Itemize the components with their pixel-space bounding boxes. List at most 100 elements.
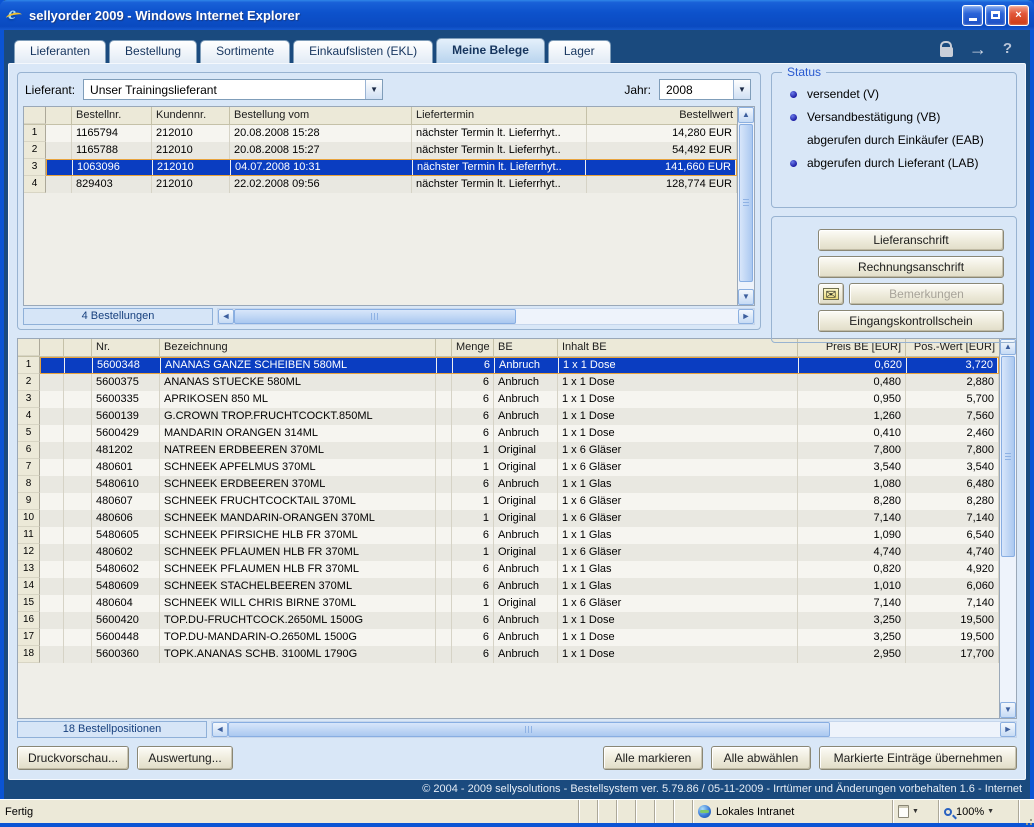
auswertung-button[interactable]: Auswertung... — [137, 746, 233, 770]
status-item: abgerufen durch Lieferant (LAB) — [784, 156, 1008, 170]
order-row[interactable]: 3106309621201004.07.2008 10:31nächster T… — [24, 159, 737, 176]
cell: SCHNEEK APFELMUS 370ML — [160, 459, 436, 476]
position-row[interactable]: 145480609SCHNEEK STACHELBEEREN 370ML6Anb… — [18, 578, 999, 595]
maximize-button[interactable] — [985, 5, 1006, 26]
cell: 1 x 1 Dose — [559, 358, 799, 373]
cell: 1 — [452, 544, 494, 561]
position-row[interactable]: 45600139G.CROWN TROP.FRUCHTCOCKT.850ML6A… — [18, 408, 999, 425]
druckvorschau-button[interactable]: Druckvorschau... — [17, 746, 129, 770]
resize-grip[interactable] — [1018, 800, 1034, 823]
order-row[interactable]: 482940321201022.02.2008 09:56nächster Te… — [24, 176, 737, 193]
cell: 6 — [452, 425, 494, 442]
position-row-cells: 5600335APRIKOSEN 850 ML6Anbruch1 x 1 Dos… — [40, 391, 999, 408]
lieferanschrift-button[interactable]: Lieferanschrift — [818, 229, 1004, 251]
position-row[interactable]: 12480602SCHNEEK PFLAUMEN HLB FR 370ML1Or… — [18, 544, 999, 561]
cell: 6,480 — [906, 476, 999, 493]
scroll-up-icon[interactable]: ▲ — [738, 107, 754, 123]
scrollbar-thumb[interactable] — [228, 722, 830, 737]
position-row[interactable]: 55600429MANDARIN ORANGEN 314ML6Anbruch1 … — [18, 425, 999, 442]
forward-arrow-icon[interactable]: → — [969, 42, 987, 56]
bemerkungen-button[interactable]: Bemerkungen — [849, 283, 1004, 305]
cell: 1 — [452, 459, 494, 476]
alle-markieren-button[interactable]: Alle markieren — [603, 746, 703, 770]
position-row[interactable]: 165600420TOP.DU-FRUCHTCOCK.2650ML 1500G6… — [18, 612, 999, 629]
position-row[interactable]: 10480606SCHNEEK MANDARIN-ORANGEN 370ML1O… — [18, 510, 999, 527]
orders-count-label: 4 Bestellungen — [23, 308, 213, 325]
tab-lager[interactable]: Lager — [548, 40, 611, 63]
row-number: 10 — [18, 510, 40, 527]
position-row[interactable]: 85480610SCHNEEK ERDBEEREN 370ML6Anbruch1… — [18, 476, 999, 493]
position-row[interactable]: 115480605SCHNEEK PFIRSICHE HLB FR 370ML6… — [18, 527, 999, 544]
cell: 1 x 6 Gläser — [558, 510, 798, 527]
position-row-cells: 480607SCHNEEK FRUCHTCOCKTAIL 370ML1Origi… — [40, 493, 999, 510]
zoom-control[interactable]: 100% ▼ — [938, 800, 1018, 823]
row-number: 1 — [18, 357, 40, 374]
eingangskontrollschein-button[interactable]: Eingangskontrollschein — [818, 310, 1004, 332]
titlebar[interactable]: e sellyorder 2009 - Windows Internet Exp… — [0, 0, 1034, 30]
cell: 19,500 — [906, 612, 999, 629]
scroll-left-icon[interactable]: ◄ — [212, 722, 228, 737]
tab-bestellung[interactable]: Bestellung — [109, 40, 197, 63]
uebernehmen-button[interactable]: Markierte Einträge übernehmen — [819, 746, 1017, 770]
position-row[interactable]: 6481202NATREEN ERDBEEREN 370ML1Original1… — [18, 442, 999, 459]
tab-sortimente[interactable]: Sortimente — [200, 40, 290, 63]
close-button[interactable]: × — [1008, 5, 1029, 26]
tab-einkaufslisten-ekl-[interactable]: Einkaufslisten (EKL) — [293, 40, 433, 63]
rechnungsanschrift-button[interactable]: Rechnungsanschrift — [818, 256, 1004, 278]
position-row[interactable]: 9480607SCHNEEK FRUCHTCOCKTAIL 370ML1Orig… — [18, 493, 999, 510]
minimize-button[interactable] — [962, 5, 983, 26]
alle-abwaehlen-button[interactable]: Alle abwählen — [711, 746, 811, 770]
status-panel: Status versendet (V)Versandbestätigung (… — [771, 72, 1017, 208]
scrollbar-thumb[interactable] — [739, 124, 753, 282]
position-row[interactable]: 15480604SCHNEEK WILL CHRIS BIRNE 370ML1O… — [18, 595, 999, 612]
cell — [436, 459, 452, 476]
protected-mode-control[interactable]: ▼ — [892, 800, 938, 823]
cell: NATREEN ERDBEEREN 370ML — [160, 442, 436, 459]
cell — [436, 391, 452, 408]
cell: 1 x 1 Glas — [558, 561, 798, 578]
help-icon[interactable]: ? — [1003, 40, 1012, 57]
position-row[interactable]: 25600375ANANAS STUECKE 580ML6Anbruch1 x … — [18, 374, 999, 391]
chevron-down-icon[interactable]: ▼ — [733, 80, 750, 99]
status-legend: Status — [782, 65, 826, 79]
chevron-down-icon[interactable]: ▼ — [365, 80, 382, 99]
position-row[interactable]: 175600448TOP.DU-MANDARIN-O.2650ML 1500G6… — [18, 629, 999, 646]
tab-bar: LieferantenBestellungSortimenteEinkaufsl… — [8, 30, 1026, 63]
position-row[interactable]: 185600360TOPK.ANANAS SCHB. 3100ML 1790G6… — [18, 646, 999, 663]
jahr-select[interactable]: 2008 ▼ — [659, 79, 751, 100]
cell: 2,460 — [906, 425, 999, 442]
status-bar: Fertig Lokales Intranet ▼ 100% ▼ — [0, 799, 1034, 823]
row-select-cell — [64, 425, 92, 442]
row-select-cell — [40, 374, 64, 391]
orders-horizontal-scrollbar[interactable]: ◄ ► — [217, 308, 755, 325]
scroll-right-icon[interactable]: ► — [738, 309, 754, 324]
scrollbar-thumb[interactable] — [234, 309, 516, 324]
position-row-cells: 5480605SCHNEEK PFIRSICHE HLB FR 370ML6An… — [40, 527, 999, 544]
position-row[interactable]: 135480602SCHNEEK PFLAUMEN HLB FR 370ML6A… — [18, 561, 999, 578]
browser-window: e sellyorder 2009 - Windows Internet Exp… — [0, 0, 1034, 827]
scroll-down-icon[interactable]: ▼ — [738, 289, 754, 305]
scroll-left-icon[interactable]: ◄ — [218, 309, 234, 324]
positions-section: Nr. Bezeichnung Menge BE Inhalt BE Preis… — [17, 338, 1017, 738]
cell — [436, 595, 452, 612]
cell: 22.02.2008 09:56 — [230, 176, 412, 193]
order-row[interactable]: 2116578821201020.08.2008 15:27nächster T… — [24, 142, 737, 159]
positions-horizontal-scrollbar[interactable]: ◄ ► — [211, 721, 1017, 738]
lieferant-select[interactable]: Unser Trainingslieferant ▼ — [83, 79, 383, 100]
tab-lieferanten[interactable]: Lieferanten — [14, 40, 106, 63]
scroll-down-icon[interactable]: ▼ — [1000, 702, 1016, 718]
cell: 1 x 6 Gläser — [558, 493, 798, 510]
orders-vertical-scrollbar[interactable]: ▲ ▼ — [737, 107, 754, 305]
position-row[interactable]: 15600348ANANAS GANZE SCHEIBEN 580ML6Anbr… — [18, 357, 999, 374]
cell: Anbruch — [495, 358, 559, 373]
cell: Anbruch — [494, 527, 558, 544]
scroll-right-icon[interactable]: ► — [1000, 722, 1016, 737]
position-row[interactable]: 35600335APRIKOSEN 850 ML6Anbruch1 x 1 Do… — [18, 391, 999, 408]
tab-meine-belege[interactable]: Meine Belege — [436, 38, 545, 63]
row-number: 6 — [18, 442, 40, 459]
email-button[interactable]: ✉ — [818, 283, 844, 305]
position-row[interactable]: 7480601SCHNEEK APFELMUS 370ML1Original1 … — [18, 459, 999, 476]
order-row[interactable]: 1116579421201020.08.2008 15:28nächster T… — [24, 125, 737, 142]
scrollbar-thumb[interactable] — [1001, 356, 1015, 557]
positions-vertical-scrollbar[interactable]: ▲ ▼ — [999, 339, 1016, 718]
